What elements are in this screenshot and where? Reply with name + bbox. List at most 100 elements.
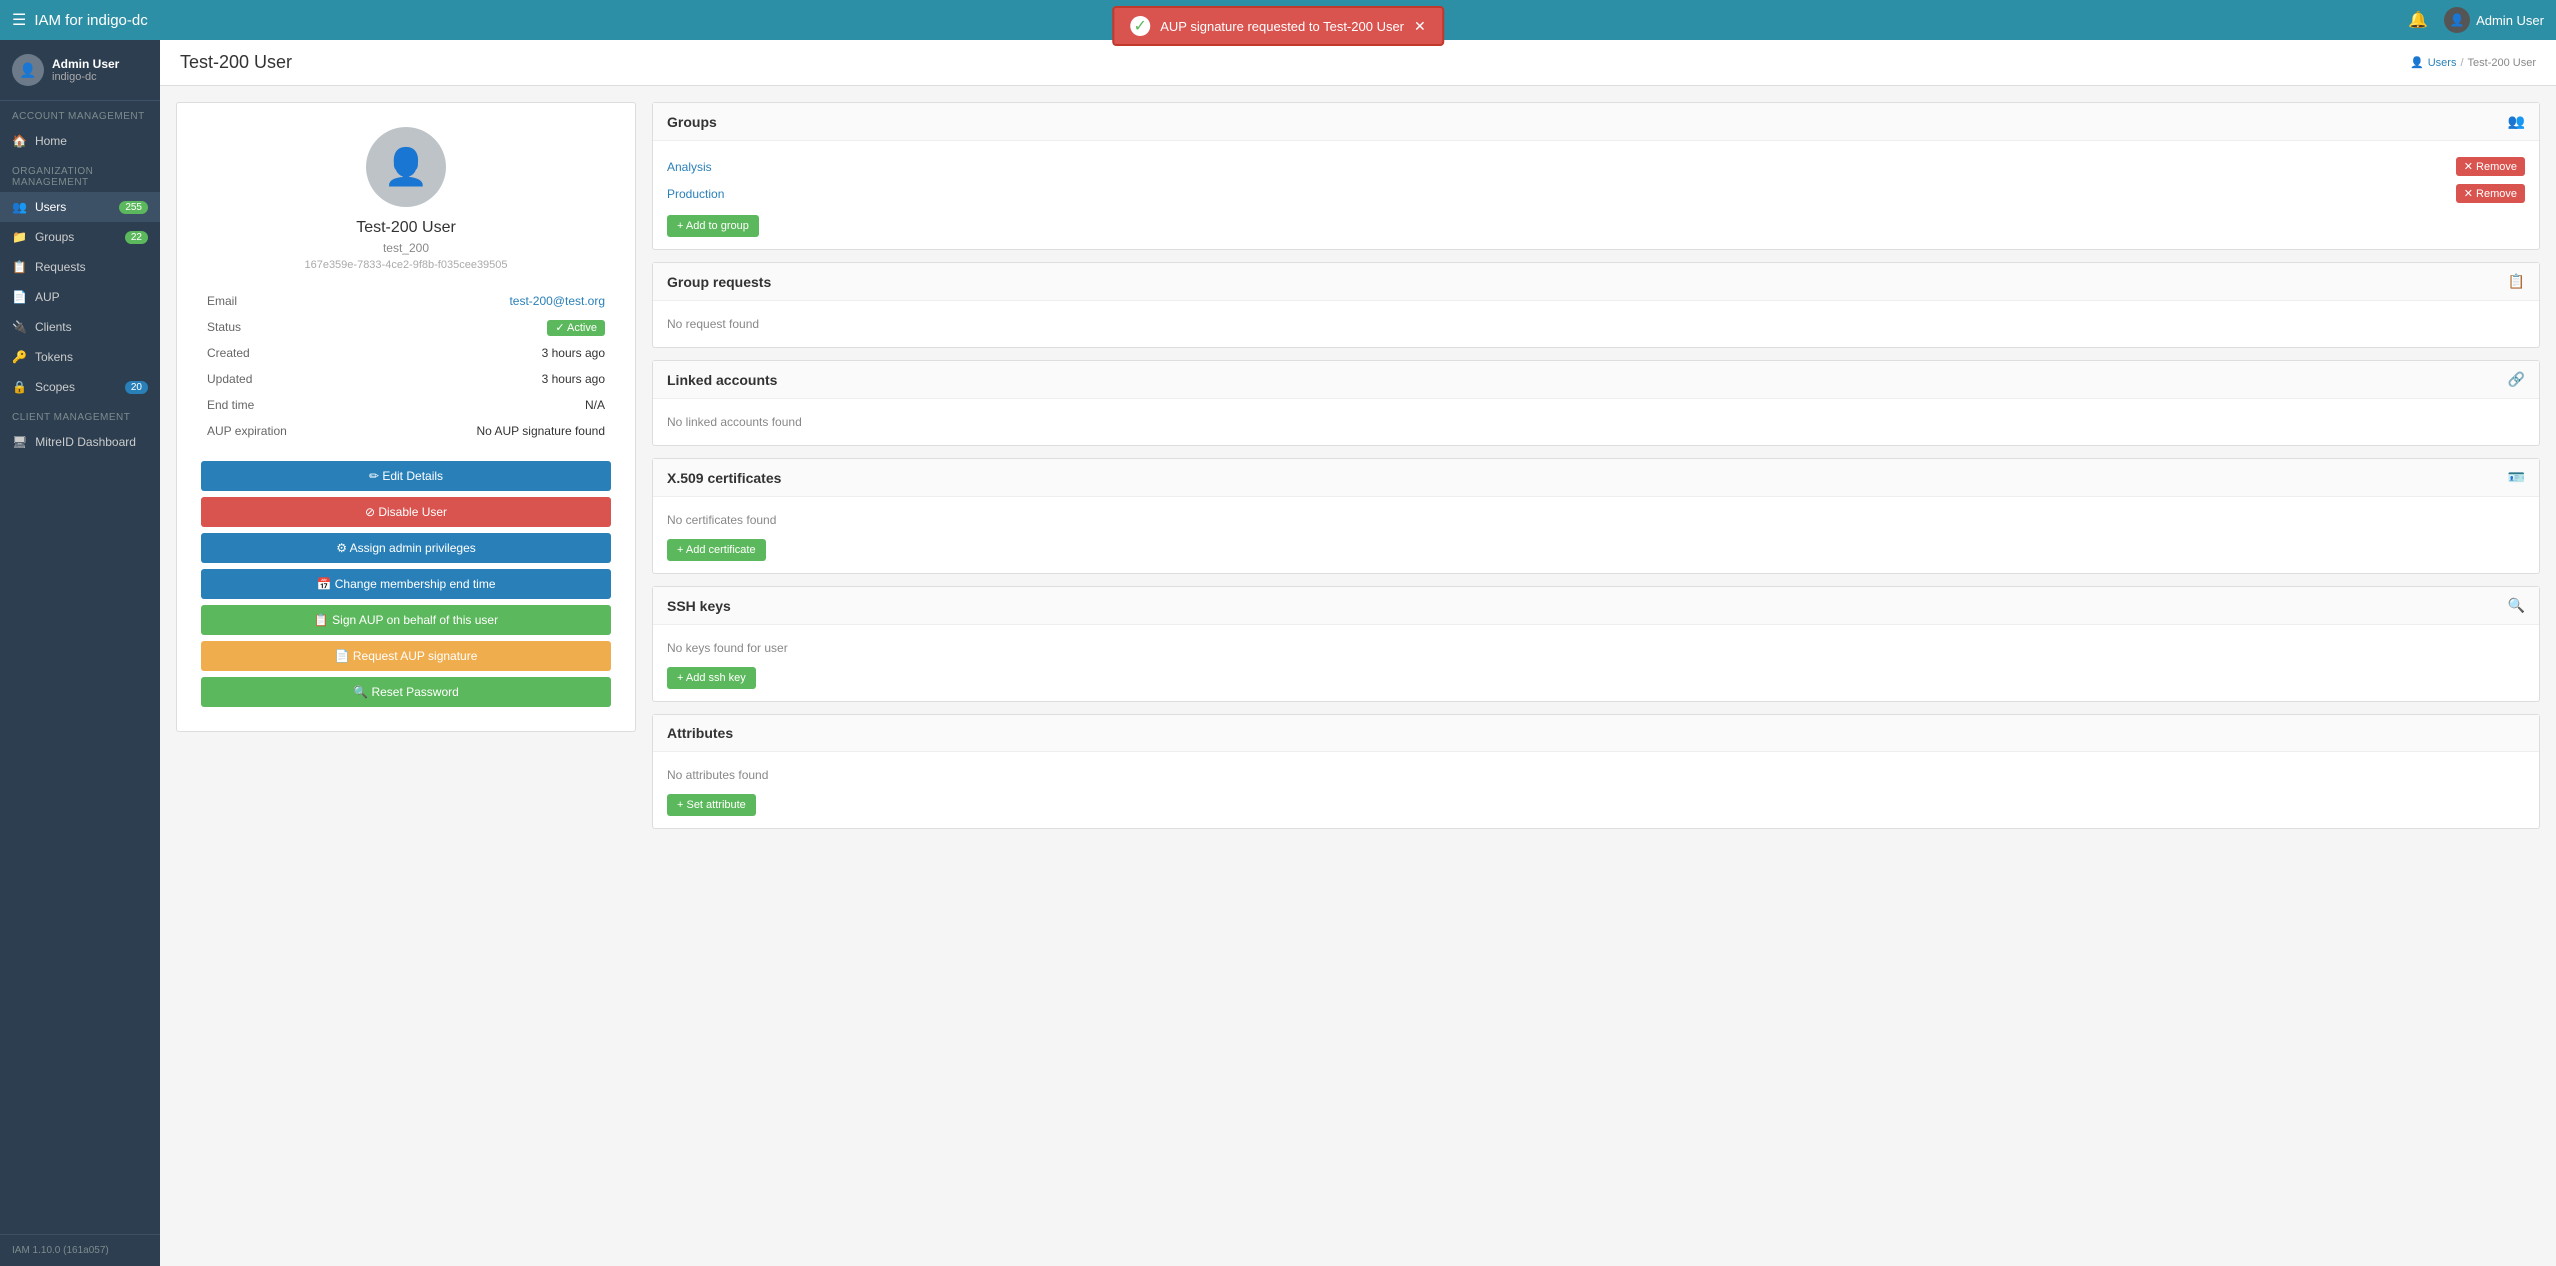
sidebar-item-scopes[interactable]: 🔒 Scopes 20: [0, 372, 160, 402]
table-row-status: Status ✓ Active: [203, 315, 609, 339]
group-requests-icon: 📋: [2508, 273, 2525, 290]
sign-aup-button[interactable]: 📋 Sign AUP on behalf of this user: [201, 605, 611, 635]
ssh-keys-section: SSH keys 🔍 No keys found for user + Add …: [652, 586, 2540, 702]
sidebar-item-aup-label: AUP: [35, 290, 60, 304]
action-buttons: ✏ Edit Details ⊘ Disable User ⚙ Assign a…: [201, 461, 611, 707]
assign-admin-button[interactable]: ⚙ Assign admin privileges: [201, 533, 611, 563]
sidebar-user-org: indigo-dc: [52, 71, 119, 83]
edit-details-button[interactable]: ✏ Edit Details: [201, 461, 611, 491]
reset-password-button[interactable]: 🔍 Reset Password: [201, 677, 611, 707]
remove-production-button[interactable]: ✕ Remove: [2456, 184, 2525, 203]
scopes-icon: 🔒: [12, 380, 27, 394]
table-row-aup-expiration: AUP expiration No AUP signature found: [203, 419, 609, 443]
breadcrumb: 👤 Users / Test-200 User: [2410, 56, 2536, 69]
toast-close-button[interactable]: ✕: [1414, 18, 1426, 35]
sidebar-user-text: Admin User indigo-dc: [52, 57, 119, 83]
home-icon: 🏠: [12, 134, 27, 148]
group-item-analysis: Analysis ✕ Remove: [667, 153, 2525, 180]
sidebar-item-clients-label: Clients: [35, 320, 72, 334]
end-time-value: N/A: [315, 393, 609, 417]
tokens-icon: 🔑: [12, 350, 27, 364]
app-title: IAM for indigo-dc: [34, 12, 147, 29]
sidebar-item-users-label: Users: [35, 200, 66, 214]
admin-user-menu[interactable]: 👤 Admin User: [2444, 7, 2544, 33]
admin-label: Admin User: [2476, 13, 2544, 28]
users-badge: 255: [119, 201, 148, 214]
ssh-keys-body: No keys found for user + Add ssh key: [653, 625, 2539, 701]
hamburger-icon[interactable]: ☰: [12, 10, 26, 30]
request-aup-button[interactable]: 📄 Request AUP signature: [201, 641, 611, 671]
attributes-body: No attributes found + Set attribute: [653, 752, 2539, 828]
top-nav-right: 🔔 👤 Admin User: [2408, 7, 2544, 33]
add-certificate-button[interactable]: + Add certificate: [667, 539, 766, 561]
sidebar-item-groups[interactable]: 📁 Groups 22: [0, 222, 160, 252]
sidebar-section-org: Organization Management: [0, 156, 160, 192]
x509-icon: 🪪: [2508, 469, 2525, 486]
notification-bell-icon[interactable]: 🔔: [2408, 10, 2428, 30]
requests-icon: 📋: [12, 260, 27, 274]
x509-header: X.509 certificates 🪪: [653, 459, 2539, 497]
attributes-header: Attributes: [653, 715, 2539, 752]
status-label: Status: [203, 315, 313, 339]
add-ssh-key-button[interactable]: + Add ssh key: [667, 667, 756, 689]
sidebar-user-name: Admin User: [52, 57, 119, 71]
attributes-empty: No attributes found: [667, 764, 2525, 786]
top-navbar: ☰ IAM for indigo-dc ✓ AUP signature requ…: [0, 0, 2556, 40]
sidebar-item-home-label: Home: [35, 134, 67, 148]
group-item-production: Production ✕ Remove: [667, 180, 2525, 207]
groups-section-header: Groups 👥: [653, 103, 2539, 141]
breadcrumb-users-link[interactable]: Users: [2428, 57, 2457, 69]
disable-user-button[interactable]: ⊘ Disable User: [201, 497, 611, 527]
table-row-updated: Updated 3 hours ago: [203, 367, 609, 391]
user-info-table: Email test-200@test.org Status ✓ Active …: [201, 287, 611, 445]
groups-section: Groups 👥 Analysis ✕ Remove Production ✕ …: [652, 102, 2540, 250]
group-requests-title: Group requests: [667, 274, 771, 290]
sidebar: 👤 Admin User indigo-dc Account Managemen…: [0, 40, 160, 1266]
group-requests-empty: No request found: [667, 313, 2525, 335]
change-membership-button[interactable]: 📅 Change membership end time: [201, 569, 611, 599]
updated-label: Updated: [203, 367, 313, 391]
app-brand: ☰ IAM for indigo-dc: [12, 10, 148, 30]
sidebar-item-requests[interactable]: 📋 Requests: [0, 252, 160, 282]
page-header: Test-200 User 👤 Users / Test-200 User: [160, 40, 2556, 86]
groups-section-title: Groups: [667, 114, 717, 130]
add-to-group-button[interactable]: + Add to group: [667, 215, 759, 237]
sidebar-item-mitreid[interactable]: 🖥 MitreID Dashboard: [0, 427, 160, 457]
group-requests-body: No request found: [653, 301, 2539, 347]
scopes-badge: 20: [125, 381, 148, 394]
sidebar-item-tokens-label: Tokens: [35, 350, 73, 364]
mitreid-icon: 🖥: [12, 435, 27, 449]
breadcrumb-separator: /: [2460, 57, 2463, 69]
group-production-link[interactable]: Production: [667, 187, 724, 201]
x509-section: X.509 certificates 🪪 No certificates fou…: [652, 458, 2540, 574]
table-row-created: Created 3 hours ago: [203, 341, 609, 365]
remove-analysis-button[interactable]: ✕ Remove: [2456, 157, 2525, 176]
sidebar-footer: IAM 1.10.0 (161a057): [0, 1234, 160, 1266]
updated-value: 3 hours ago: [315, 367, 609, 391]
set-attribute-button[interactable]: + Set attribute: [667, 794, 756, 816]
linked-accounts-empty: No linked accounts found: [667, 411, 2525, 433]
sidebar-item-home[interactable]: 🏠 Home: [0, 126, 160, 156]
group-analysis-link[interactable]: Analysis: [667, 160, 712, 174]
ssh-keys-title: SSH keys: [667, 598, 731, 614]
sidebar-avatar: 👤: [12, 54, 44, 86]
attributes-title: Attributes: [667, 725, 733, 741]
created-label: Created: [203, 341, 313, 365]
x509-body: No certificates found + Add certificate: [653, 497, 2539, 573]
sidebar-item-clients[interactable]: 🔌 Clients: [0, 312, 160, 342]
sidebar-item-users[interactable]: 👥 Users 255: [0, 192, 160, 222]
linked-accounts-icon: 🔗: [2508, 371, 2525, 388]
left-panel: 👤 Test-200 User test_200 167e359e-7833-4…: [176, 102, 636, 841]
x509-title: X.509 certificates: [667, 470, 781, 486]
sidebar-item-tokens[interactable]: 🔑 Tokens: [0, 342, 160, 372]
user-fullname: Test-200 User: [201, 219, 611, 237]
breadcrumb-current: Test-200 User: [2468, 57, 2536, 69]
page-title: Test-200 User: [180, 52, 292, 73]
main-layout: 👤 Admin User indigo-dc Account Managemen…: [0, 40, 2556, 1266]
status-value: ✓ Active: [315, 315, 609, 339]
user-card: 👤 Test-200 User test_200 167e359e-7833-4…: [176, 102, 636, 732]
table-row-email: Email test-200@test.org: [203, 289, 609, 313]
sidebar-item-aup[interactable]: 📄 AUP: [0, 282, 160, 312]
email-link[interactable]: test-200@test.org: [509, 294, 605, 308]
version-label: IAM 1.10.0 (161a057): [12, 1245, 109, 1256]
